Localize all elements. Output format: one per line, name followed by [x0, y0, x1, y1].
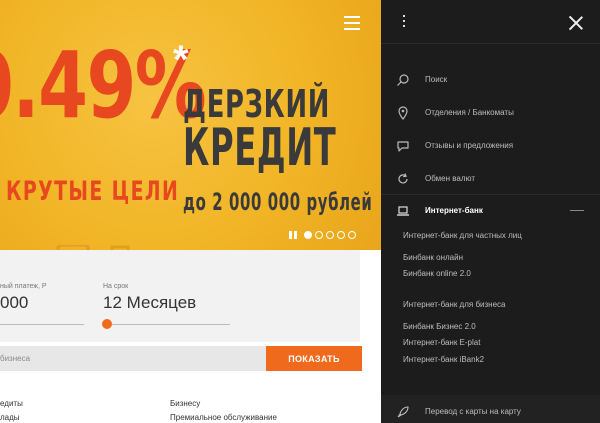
laptop-icon — [397, 206, 409, 216]
show-button[interactable]: ПОКАЗАТЬ — [266, 346, 362, 371]
carousel-dot[interactable] — [348, 231, 356, 239]
business-field[interactable]: бизнеса — [0, 346, 266, 371]
menu-item-label: Поиск — [425, 75, 448, 84]
term-value[interactable]: 12 Месяцев — [103, 293, 196, 313]
internet-bank-link[interactable]: Бинбанк online 2.0 — [403, 269, 471, 278]
refresh-icon — [398, 173, 408, 184]
footer-link-credits[interactable]: едиты — [0, 399, 23, 408]
footer-link-premium[interactable]: Премиальное обслуживание — [170, 413, 277, 422]
promo-subline-right: до 2 000 000 рублей — [183, 188, 373, 216]
internet-bank-link[interactable]: Бинбанк онлайн — [403, 253, 463, 262]
carousel-dot[interactable] — [315, 231, 323, 239]
main-page: 0.49% * ДЕРЗКИЙ КРЕДИТ КРУТЫЕ ЦЕЛИ до 2 … — [0, 0, 381, 423]
carousel-dot[interactable] — [337, 231, 345, 239]
carousel-controls — [288, 230, 356, 240]
carousel-dot[interactable] — [326, 231, 334, 239]
pause-icon[interactable] — [288, 230, 298, 240]
menu-divider — [381, 194, 600, 195]
menu-divider — [381, 43, 600, 44]
promo-asterisk: * — [173, 38, 189, 82]
payment-value[interactable]: 000 — [0, 293, 28, 313]
footer-link-business[interactable]: Бизнесу — [170, 399, 200, 408]
menu-item-label: Интернет-банк — [425, 206, 483, 215]
menu-item-label: Отделения / Банкоматы — [425, 108, 514, 117]
internet-bank-group-title[interactable]: Интернет-банк для частных лиц — [403, 231, 522, 240]
footer-link-deposits[interactable]: лады — [0, 413, 20, 422]
menu-item-label: Перевод с карты на карту — [425, 407, 521, 416]
menu-item-label: Обмен валют — [425, 174, 475, 183]
menu-item-exchange[interactable]: Обмен валют — [381, 170, 600, 188]
promo-subline-left: КРУТЫЕ ЦЕЛИ — [6, 176, 180, 207]
term-slider[interactable] — [105, 324, 230, 325]
promo-banner[interactable]: 0.49% * ДЕРЗКИЙ КРЕДИТ КРУТЫЕ ЦЕЛИ до 2 … — [0, 0, 381, 250]
menu-item-branches[interactable]: Отделения / Банкоматы — [381, 104, 600, 122]
chat-bubble-icon — [397, 141, 409, 152]
internet-bank-link[interactable]: Интернет-банк iBank2 — [403, 355, 484, 364]
menu-item-search[interactable]: Поиск — [381, 71, 600, 89]
rocket-icon — [397, 406, 409, 418]
payment-label: ный платеж, Р — [0, 283, 47, 290]
collapse-icon[interactable] — [570, 210, 584, 211]
menu-item-card-transfer[interactable]: Перевод с карты на карту — [381, 403, 600, 421]
term-label: На срок — [103, 283, 129, 290]
search-icon — [397, 74, 409, 86]
internet-bank-group-title[interactable]: Интернет-банк для бизнеса — [403, 300, 505, 309]
more-options-icon[interactable] — [402, 15, 406, 31]
term-slider-handle[interactable] — [102, 319, 112, 329]
payment-slider[interactable] — [0, 324, 84, 325]
carousel-dot[interactable] — [304, 231, 312, 239]
menu-item-internet-bank[interactable]: Интернет-банк — [381, 202, 600, 220]
menu-item-label: Отзывы и предложения — [425, 141, 514, 150]
internet-bank-link[interactable]: Интернет-банк E-plat — [403, 338, 480, 347]
promo-headline-line2: КРЕДИТ — [183, 118, 337, 178]
side-menu: Поиск Отделения / Банкоматы Отзывы и пре… — [381, 0, 600, 423]
hamburger-menu-icon[interactable] — [344, 16, 360, 30]
business-field-text: бизнеса — [0, 354, 31, 363]
location-pin-icon — [398, 106, 408, 120]
menu-item-feedback[interactable]: Отзывы и предложения — [381, 137, 600, 155]
close-icon[interactable] — [568, 15, 584, 31]
internet-bank-link[interactable]: Бинбанк Бизнес 2.0 — [403, 322, 476, 331]
